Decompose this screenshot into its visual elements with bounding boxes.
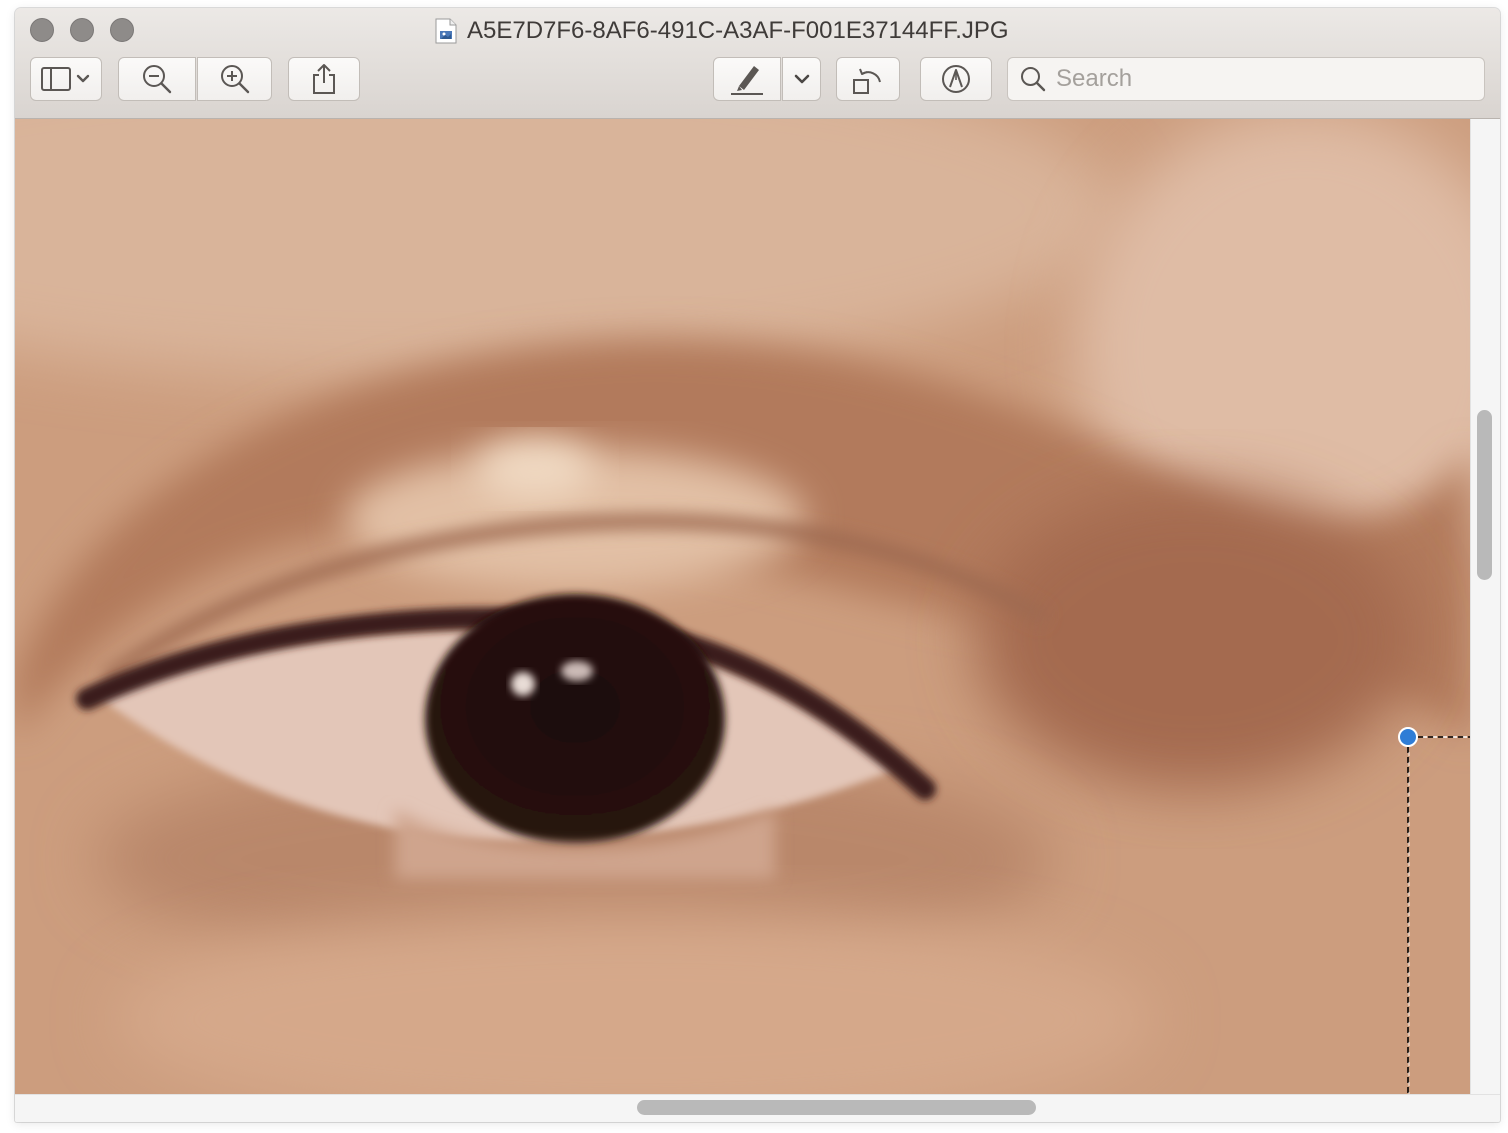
sidebar-toggle-button[interactable] <box>30 57 102 101</box>
horizontal-scrollbar-thumb[interactable] <box>637 1100 1036 1115</box>
window-title-area: A5E7D7F6-8AF6-491C-A3AF-F001E37144FF.JPG <box>435 17 1009 45</box>
search-input[interactable] <box>1056 65 1456 93</box>
zoom-in-icon <box>219 63 251 95</box>
zoom-window-button[interactable] <box>110 18 134 42</box>
vertical-scrollbar-thumb[interactable] <box>1477 410 1492 580</box>
rotate-button[interactable] <box>836 57 900 101</box>
markup-pen-icon <box>940 63 972 95</box>
highlighter-icon <box>729 62 765 96</box>
sidebar-icon <box>40 66 92 92</box>
rotate-left-icon <box>851 62 885 96</box>
vertical-scrollbar-track[interactable] <box>1470 119 1500 1094</box>
minimize-window-button[interactable] <box>70 18 94 42</box>
highlight-button[interactable] <box>713 57 781 101</box>
chevron-down-icon <box>794 73 810 85</box>
window-title: A5E7D7F6-8AF6-491C-A3AF-F001E37144FF.JPG <box>467 17 1009 44</box>
zoom-in-button[interactable] <box>197 57 272 101</box>
markup-button[interactable] <box>920 57 992 101</box>
search-field[interactable] <box>1007 57 1485 101</box>
title-bar: A5E7D7F6-8AF6-491C-A3AF-F001E37144FF.JPG <box>15 8 1500 119</box>
jpeg-document-icon <box>435 18 457 44</box>
zoom-out-button[interactable] <box>118 57 196 101</box>
share-button[interactable] <box>288 57 360 101</box>
close-window-button[interactable] <box>30 18 54 42</box>
search-icon <box>1020 66 1046 92</box>
highlight-menu-button[interactable] <box>782 57 821 101</box>
share-icon <box>311 63 337 95</box>
selection-handle[interactable] <box>1398 727 1418 747</box>
zoom-out-icon <box>141 63 173 95</box>
image-canvas[interactable] <box>15 119 1470 1094</box>
photo-closeup-eye <box>15 119 1470 1094</box>
preview-window: A5E7D7F6-8AF6-491C-A3AF-F001E37144FF.JPG <box>15 8 1500 1122</box>
